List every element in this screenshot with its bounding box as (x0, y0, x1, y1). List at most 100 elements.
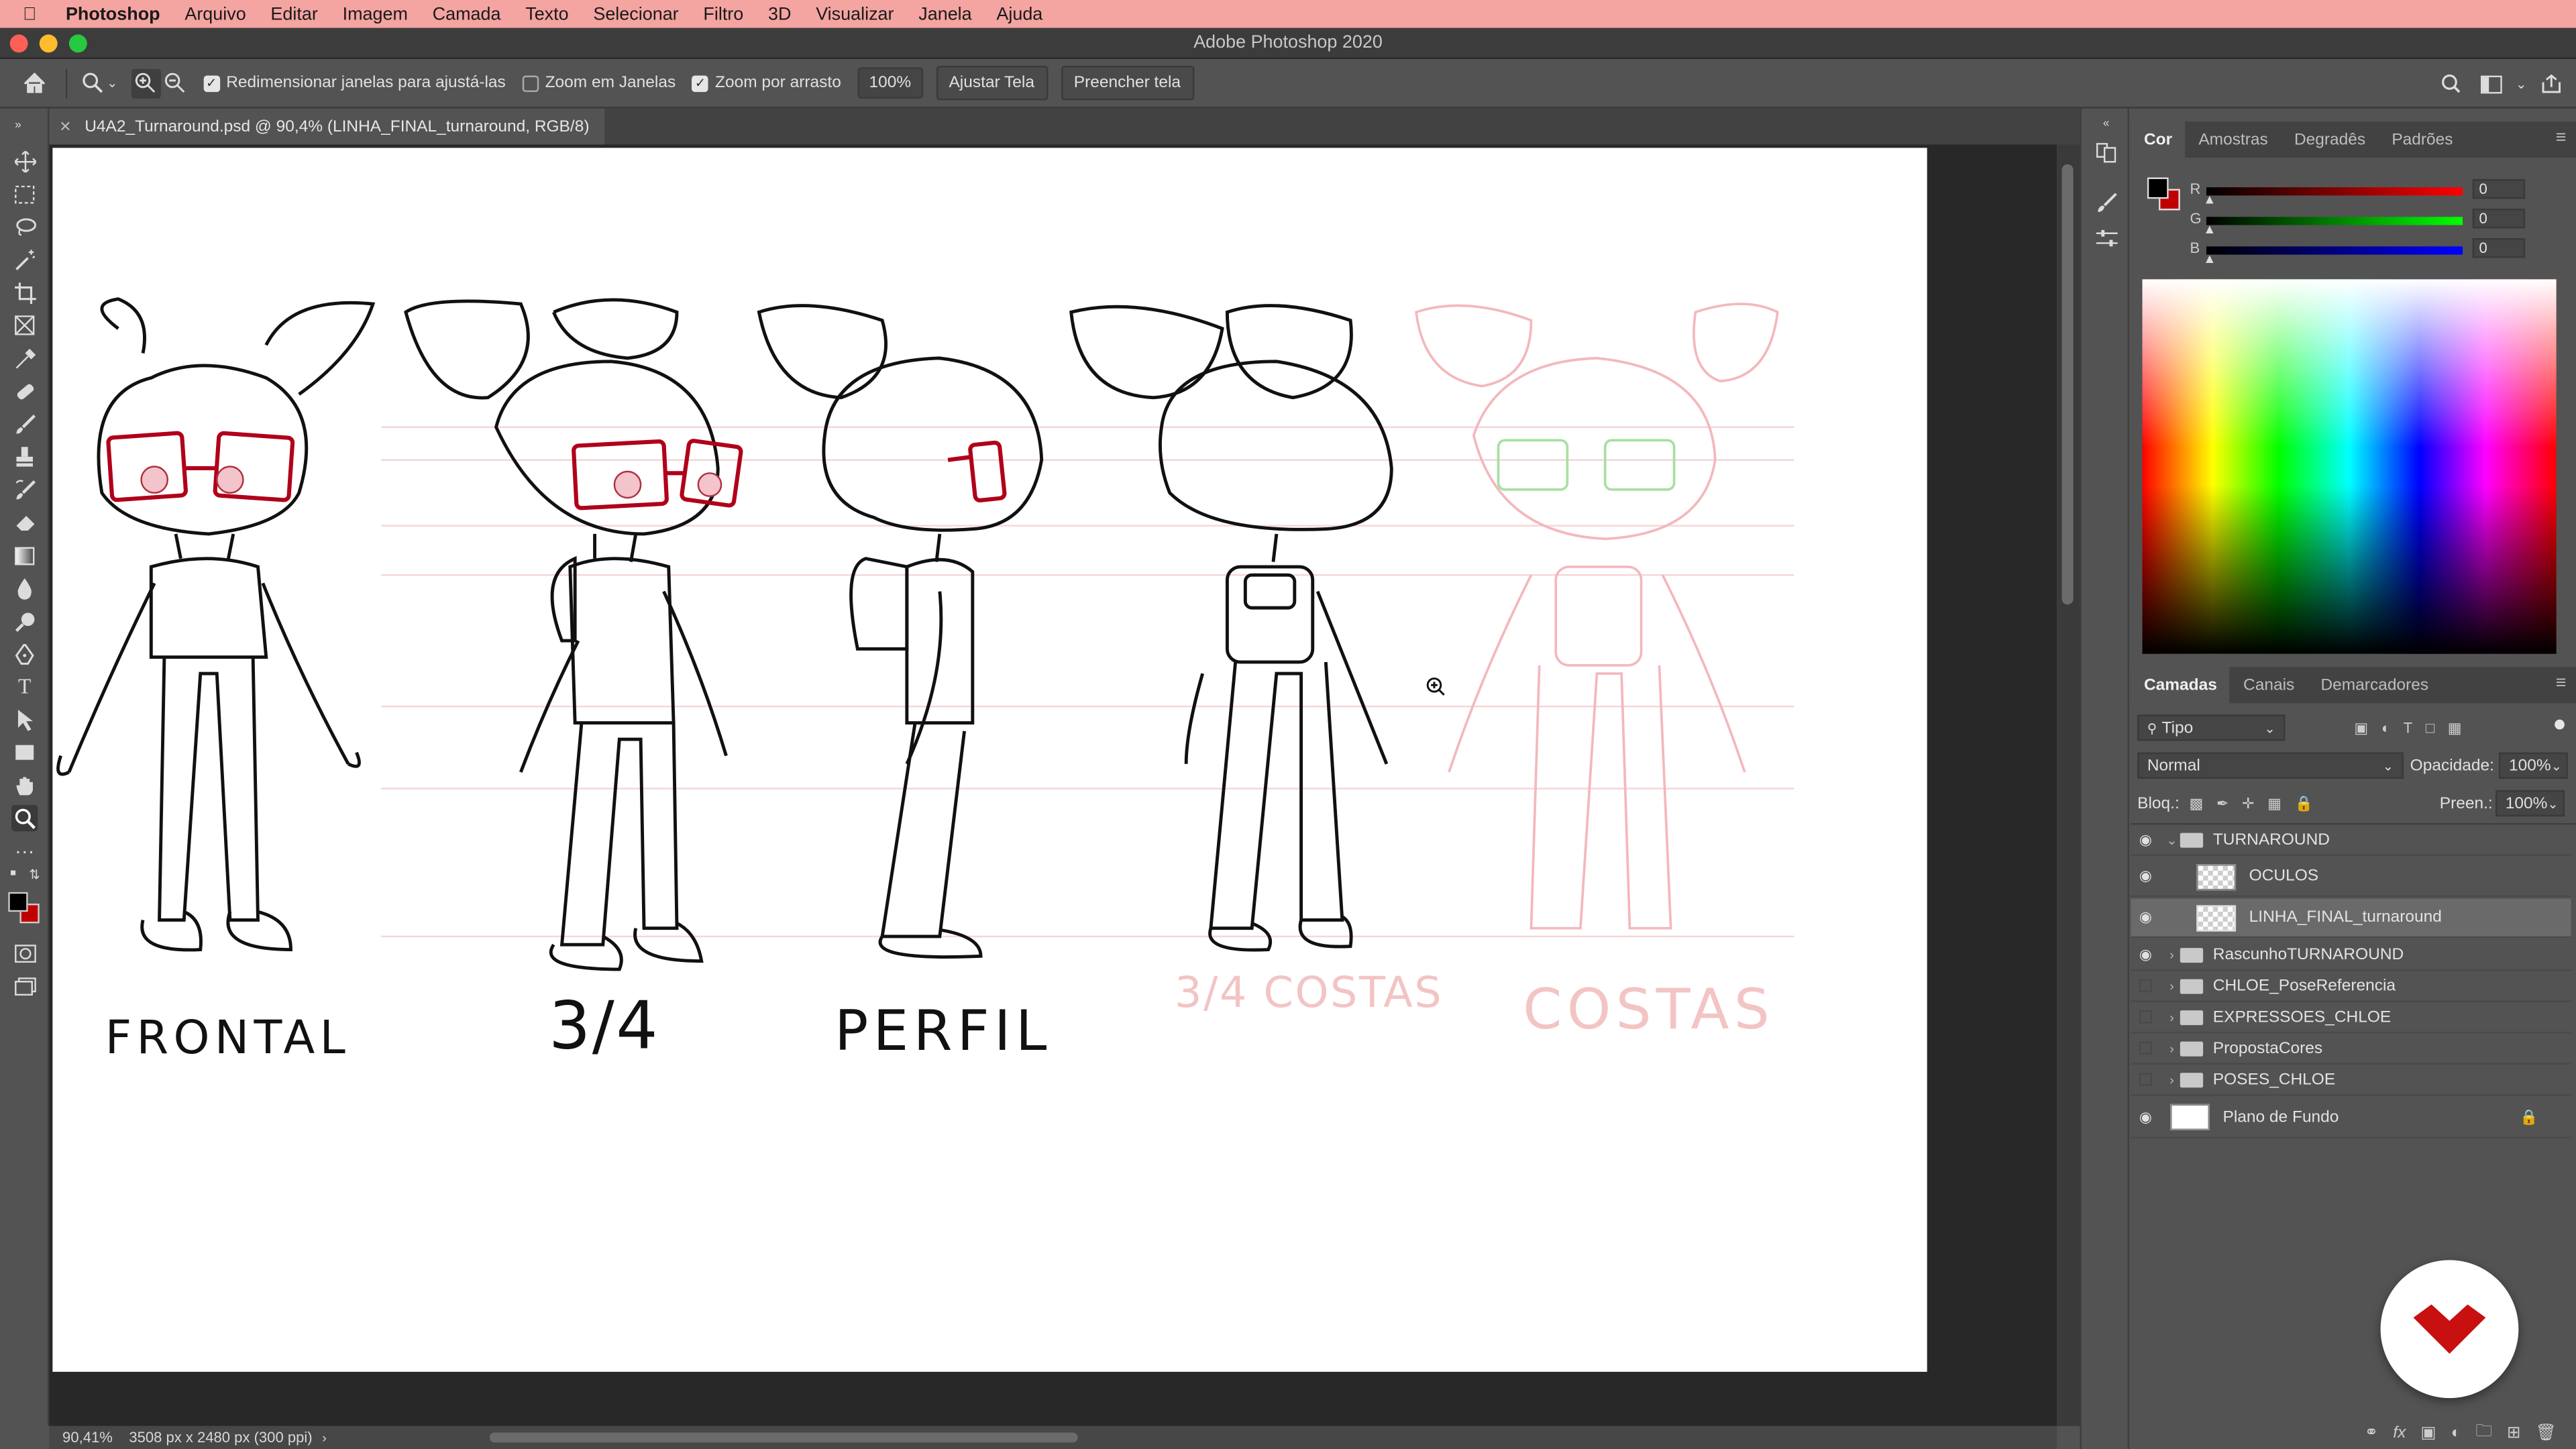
scrubby-zoom-checkbox[interactable]: ✓ Zoom por arrasto (692, 74, 841, 92)
link-layers-icon[interactable]: ⚭ (2365, 1424, 2379, 1442)
lock-pixels-icon[interactable]: ✒ (2216, 794, 2229, 812)
red-slider[interactable]: R ▲ 0 (2190, 178, 2552, 207)
artboard[interactable]: FRONTAL 3/4 PERFIL 3/4 COSTAS COSTAS (52, 148, 1927, 1372)
color-spectrum[interactable] (2142, 279, 2557, 654)
workspace-icon[interactable] (2476, 69, 2506, 99)
canvas-area[interactable]: FRONTAL 3/4 PERFIL 3/4 COSTAS COSTAS (49, 144, 2057, 1426)
menu-editar[interactable]: Editar (270, 4, 317, 23)
tab-degrades[interactable]: Degradês (2281, 121, 2378, 158)
eye-icon[interactable]: ◉ (2131, 867, 2160, 885)
slider-handle-icon[interactable]: ▲ (2203, 252, 2216, 266)
pen-tool-icon[interactable] (11, 641, 38, 667)
zoom-all-windows-checkbox[interactable]: Zoom em Janelas (522, 74, 676, 92)
fit-screen-button[interactable]: Ajustar Tela (935, 65, 1048, 101)
tab-amostras[interactable]: Amostras (2186, 121, 2282, 158)
lock-position-icon[interactable]: ✛ (2242, 794, 2254, 812)
brush-settings-icon[interactable] (2094, 191, 2117, 213)
chevron-right-icon[interactable]: › (322, 1430, 327, 1445)
healing-brush-tool-icon[interactable] (11, 378, 38, 404)
eraser-tool-icon[interactable] (11, 509, 38, 535)
type-tool-icon[interactable]: T (11, 674, 38, 700)
eye-icon[interactable]: ◉ (2131, 830, 2160, 849)
layer-row[interactable]: ◉ OCULOS (2131, 857, 2571, 898)
pixel-filter-icon[interactable]: ▣ (2354, 718, 2368, 737)
blue-track[interactable] (2206, 246, 2463, 255)
vertical-scrollbar[interactable] (2057, 144, 2080, 1426)
chevron-right-icon[interactable]: › (2163, 947, 2180, 962)
menu-texto[interactable]: Texto (525, 4, 568, 23)
quick-mask-icon[interactable] (11, 940, 38, 966)
horizontal-scrollbar-thumb[interactable] (489, 1432, 1078, 1443)
menu-camada[interactable]: Camada (433, 4, 501, 23)
share-icon[interactable] (2536, 69, 2566, 99)
blue-value[interactable]: 0 (2472, 238, 2526, 258)
move-tool-icon[interactable] (11, 148, 38, 174)
zoom-tool-icon[interactable] (11, 805, 38, 832)
zoom-tool-preset-icon[interactable] (77, 68, 107, 98)
layer-row[interactable]: ◉ ⌄ TURNAROUND (2131, 824, 2571, 856)
red-value[interactable]: 0 (2472, 178, 2526, 199)
panel-menu-icon[interactable]: ≡ (2556, 674, 2567, 693)
blue-slider[interactable]: B ▲ 0 (2190, 238, 2552, 266)
green-track[interactable] (2206, 217, 2463, 225)
layer-row[interactable]: ◉ › RascunhoTURNAROUND (2131, 940, 2571, 971)
swap-colors-icon[interactable]: ⇅ (26, 867, 42, 881)
chevron-down-icon[interactable]: ⌄ (2163, 832, 2180, 847)
menu-visualizar[interactable]: Visualizar (816, 4, 894, 23)
eye-icon[interactable]: ◉ (2131, 908, 2160, 926)
blur-tool-icon[interactable] (11, 575, 38, 601)
brush-tool-icon[interactable] (11, 411, 38, 437)
menu-filtro[interactable]: Filtro (703, 4, 743, 23)
dodge-tool-icon[interactable] (11, 608, 38, 634)
search-icon[interactable] (2437, 69, 2467, 99)
lasso-tool-icon[interactable] (11, 213, 38, 239)
new-group-icon[interactable]: 🗀 (2475, 1419, 2491, 1447)
close-window-button[interactable] (9, 34, 28, 53)
zoom-in-icon[interactable] (131, 68, 161, 98)
hidden-eye-icon[interactable] (2131, 979, 2160, 993)
history-icon[interactable] (2094, 142, 2117, 164)
scroll-thumb[interactable] (2061, 164, 2074, 605)
history-brush-tool-icon[interactable] (11, 476, 38, 502)
hand-tool-icon[interactable] (11, 772, 38, 798)
zoom-value-field[interactable]: 100% (857, 67, 923, 99)
layer-filter-select[interactable]: ⚲ Tipo ⌄ (2137, 714, 2286, 741)
adjustment-layer-icon[interactable]: ◐ (2451, 1424, 2461, 1442)
menu-3d[interactable]: 3D (768, 4, 791, 23)
chevron-right-icon[interactable]: › (2163, 1010, 2180, 1024)
lock-transparency-icon[interactable]: ▩ (2189, 794, 2203, 812)
tab-cor[interactable]: Cor (2131, 121, 2186, 158)
close-tab-icon[interactable]: ✕ (59, 117, 71, 136)
fill-screen-button[interactable]: Preencher tela (1061, 65, 1194, 101)
layer-row[interactable]: › EXPRESSOES_CHLOE (2131, 1002, 2571, 1034)
new-layer-icon[interactable]: ⊞ (2507, 1424, 2521, 1442)
resize-windows-checkbox[interactable]: ✓ Redimensionar janelas para ajustá-las (203, 74, 506, 92)
fill-field[interactable]: 100% ⌄ (2496, 790, 2565, 817)
tab-demarcadores[interactable]: Demarcadores (2308, 667, 2442, 703)
foreground-color-swatch[interactable] (8, 892, 28, 912)
slider-handle-icon[interactable]: ▲ (2203, 222, 2216, 237)
menu-ajuda[interactable]: Ajuda (996, 4, 1042, 23)
hidden-eye-icon[interactable] (2131, 1073, 2160, 1086)
eyedropper-tool-icon[interactable] (11, 345, 38, 371)
chevron-right-icon[interactable]: › (2163, 978, 2180, 993)
eye-icon[interactable]: ◉ (2131, 945, 2160, 963)
clone-stamp-tool-icon[interactable] (11, 443, 38, 470)
chevron-down-icon[interactable]: ⌄ (107, 76, 117, 91)
properties-icon[interactable] (2094, 227, 2117, 250)
add-mask-icon[interactable]: ▣ (2420, 1424, 2436, 1442)
filter-toggle-icon[interactable] (2555, 719, 2565, 730)
layer-row[interactable]: › CHLOE_PoseReferencia (2131, 971, 2571, 1002)
type-filter-icon[interactable]: T (2404, 718, 2412, 737)
menu-imagem[interactable]: Imagem (343, 4, 408, 23)
green-value[interactable]: 0 (2472, 209, 2526, 229)
magic-wand-tool-icon[interactable] (11, 246, 38, 272)
default-colors-icon[interactable]: ■ (7, 867, 20, 881)
maximize-window-button[interactable] (68, 34, 87, 53)
layer-row[interactable]: › POSES_CHLOE (2131, 1065, 2571, 1096)
rectangle-tool-icon[interactable] (11, 739, 38, 765)
shape-filter-icon[interactable]: □ (2426, 718, 2434, 737)
chevron-right-icon[interactable]: › (2163, 1040, 2180, 1055)
frame-tool-icon[interactable] (11, 312, 38, 338)
eye-icon[interactable]: ◉ (2131, 1108, 2160, 1126)
